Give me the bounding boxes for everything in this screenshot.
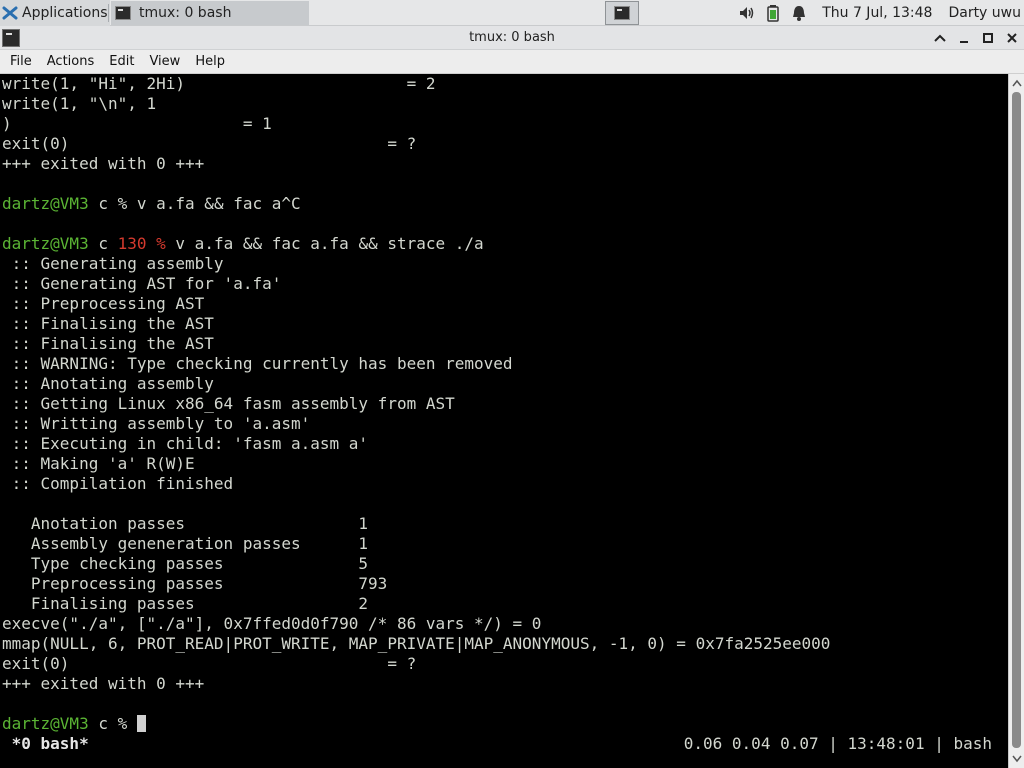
terminal-line: :: Compilation finished bbox=[2, 474, 234, 493]
panel-separator bbox=[108, 4, 109, 22]
terminal-line: :: Getting Linux x86_64 fasm assembly fr… bbox=[2, 394, 455, 413]
battery-icon[interactable] bbox=[764, 4, 784, 22]
volume-icon[interactable] bbox=[738, 5, 756, 21]
terminal-icon bbox=[115, 6, 131, 20]
prompt-command: v a.fa && fac a.fa && strace ./a bbox=[165, 234, 484, 253]
workspace-terminal-icon bbox=[614, 6, 630, 20]
tmux-status-right: 0.06 0.04 0.07 | 13:48:01 | bash bbox=[683, 734, 992, 753]
terminal-line: Finalising passes 2 bbox=[2, 594, 369, 613]
terminal-line: :: Finalising the AST bbox=[2, 334, 214, 353]
applications-label: Applications bbox=[22, 5, 108, 21]
terminal-line: ) = 1 bbox=[2, 114, 272, 133]
window-titlebar[interactable]: tmux: 0 bash bbox=[0, 26, 1024, 50]
top-panel: Applications tmux: 0 bash Thu 7 Jul, 13:… bbox=[0, 0, 1024, 26]
applications-menu-button[interactable]: Applications bbox=[0, 0, 110, 26]
window-title: tmux: 0 bash bbox=[469, 30, 555, 45]
terminal-line: :: Finalising the AST bbox=[2, 314, 214, 333]
terminal-line: mmap(NULL, 6, PROT_READ|PROT_WRITE, MAP_… bbox=[2, 634, 831, 653]
terminal-line: Preprocessing passes 793 bbox=[2, 574, 388, 593]
taskbar-window-label: tmux: 0 bash bbox=[139, 5, 232, 21]
terminal-prompt-line: dartz@VM3 c 130 % v a.fa && fac a.fa && … bbox=[2, 234, 484, 254]
terminal-line: write(1, "Hi", 2Hi) = 2 bbox=[2, 74, 436, 93]
terminal-scrollbar[interactable] bbox=[1008, 74, 1024, 768]
close-icon[interactable] bbox=[1000, 26, 1024, 50]
terminal-line: :: Preprocessing AST bbox=[2, 294, 205, 313]
panel-clock[interactable]: Thu 7 Jul, 13:48 bbox=[822, 5, 932, 21]
scroll-down-arrow-icon[interactable] bbox=[1009, 752, 1024, 766]
menu-edit[interactable]: Edit bbox=[104, 54, 139, 69]
prompt-dir: c bbox=[88, 234, 118, 253]
maximize-icon[interactable] bbox=[976, 26, 1000, 50]
terminal-line: +++ exited with 0 +++ bbox=[2, 154, 205, 173]
terminal-prompt-line[interactable]: dartz@VM3 c % bbox=[2, 714, 146, 734]
terminal-line: :: Writting assembly to 'a.asm' bbox=[2, 414, 311, 433]
terminal-prompt-line: dartz@VM3 c % v a.fa && fac a^C bbox=[2, 194, 301, 214]
terminal-line: :: Generating AST for 'a.fa' bbox=[2, 274, 282, 293]
terminal-line: exit(0) = ? bbox=[2, 134, 417, 153]
terminal-line: :: Executing in child: 'fasm a.asm a' bbox=[2, 434, 369, 453]
tmux-window-list[interactable]: *0 bash* bbox=[2, 734, 89, 754]
terminal-line: :: Making 'a' R(W)E bbox=[2, 454, 195, 473]
menu-view[interactable]: View bbox=[144, 54, 185, 69]
menu-actions[interactable]: Actions bbox=[42, 54, 100, 69]
notification-bell-icon[interactable] bbox=[790, 4, 808, 22]
terminal-line: write(1, "\n", 1 bbox=[2, 94, 157, 113]
terminal-line: exit(0) = ? bbox=[2, 654, 417, 673]
prompt-command: v a.fa && fac a^C bbox=[136, 194, 301, 213]
window-controls bbox=[928, 26, 1024, 50]
xfce-logo-icon bbox=[2, 6, 18, 20]
prompt-dir: c % bbox=[88, 194, 137, 213]
prompt-exit-status: 130 % bbox=[117, 234, 166, 253]
prompt-user: dartz@VM3 bbox=[2, 194, 89, 213]
panel-user[interactable]: Darty uwu bbox=[948, 5, 1021, 21]
terminal-area[interactable]: write(1, "Hi", 2Hi) = 2 write(1, "\n", 1… bbox=[0, 74, 1008, 768]
terminal-line: :: WARNING: Type checking currently has … bbox=[2, 354, 513, 373]
terminal-cursor bbox=[136, 715, 146, 732]
system-tray: Thu 7 Jul, 13:48 Darty uwu bbox=[738, 0, 1024, 26]
workspace-switcher[interactable] bbox=[605, 1, 639, 25]
terminal-line: Anotation passes 1 bbox=[2, 514, 369, 533]
menu-bar: File Actions Edit View Help bbox=[0, 50, 1024, 74]
terminal-line: :: Anotating assembly bbox=[2, 374, 214, 393]
menu-help[interactable]: Help bbox=[190, 54, 230, 69]
terminal-line: execve("./a", ["./a"], 0x7ffed0d0f790 /*… bbox=[2, 614, 542, 633]
taskbar-window-button[interactable]: tmux: 0 bash bbox=[111, 1, 309, 25]
terminal-line: Type checking passes 5 bbox=[2, 554, 369, 573]
menu-file[interactable]: File bbox=[5, 54, 37, 69]
prompt-user: dartz@VM3 bbox=[2, 234, 89, 253]
scroll-up-arrow-icon[interactable] bbox=[1009, 76, 1024, 90]
terminal-line: +++ exited with 0 +++ bbox=[2, 674, 205, 693]
minimize-up-icon[interactable] bbox=[928, 26, 952, 50]
terminal-line: :: Generating assembly bbox=[2, 254, 224, 273]
prompt-user: dartz@VM3 bbox=[2, 714, 89, 733]
scrollbar-thumb[interactable] bbox=[1012, 92, 1021, 748]
minimize-icon[interactable] bbox=[952, 26, 976, 50]
terminal-line: Assembly geneneration passes 1 bbox=[2, 534, 369, 553]
prompt-dir: c % bbox=[88, 714, 137, 733]
